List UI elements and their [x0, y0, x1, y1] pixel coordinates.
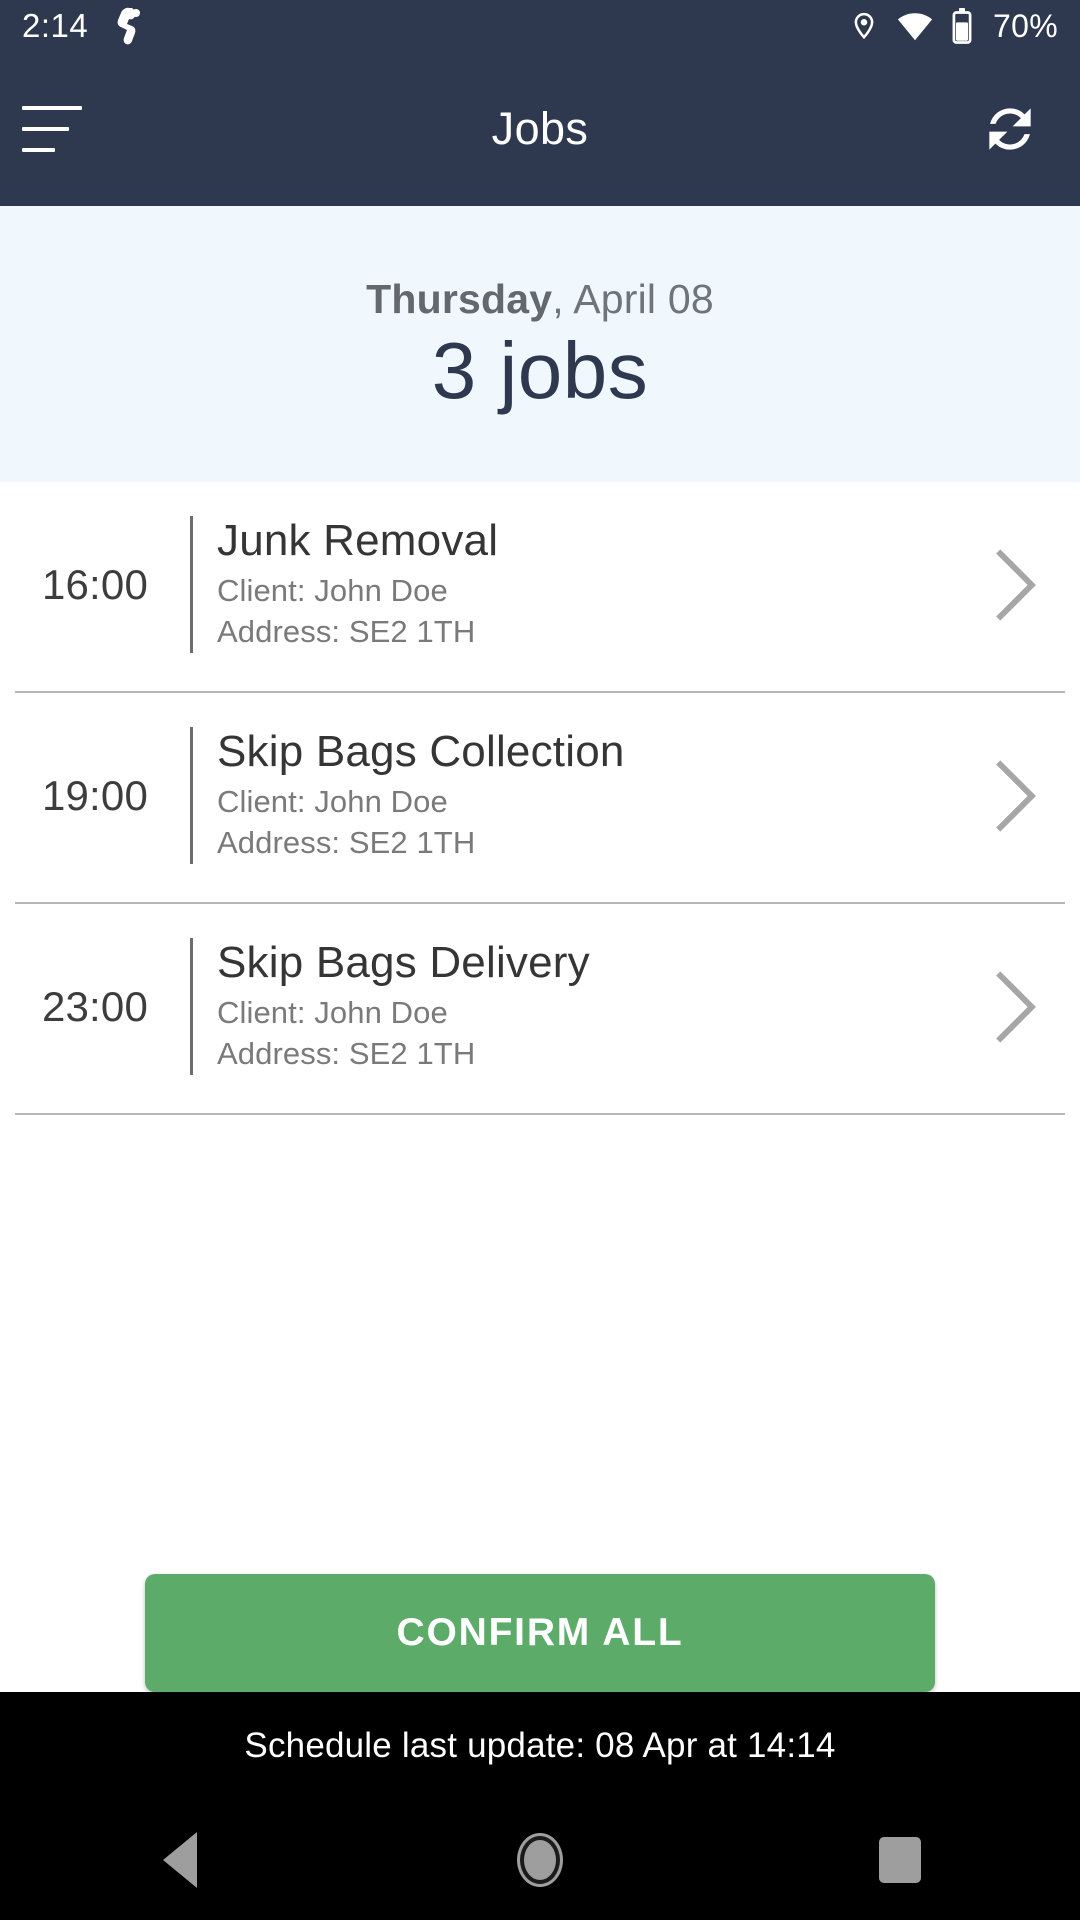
job-title: Skip Bags Delivery: [217, 938, 590, 988]
list-divider: [15, 1113, 1065, 1116]
recents-square-icon[interactable]: [720, 1837, 1080, 1883]
location-pin-icon: [849, 8, 879, 44]
job-details: Skip Bags Delivery Client: John Doe Addr…: [193, 938, 950, 1075]
day-summary-panel: Thursday, April 08 3 jobs: [0, 206, 1080, 482]
summary-date: Thursday, April 08: [366, 276, 714, 323]
android-navigation-bar: [0, 1800, 1080, 1920]
job-time: 23:00: [41, 982, 149, 1030]
app-screen: 2:14 70% Jobs Thursday, April 08 3 jobs …: [0, 0, 1080, 1920]
job-address: Address: SE2 1TH: [217, 614, 476, 650]
job-list-item[interactable]: 16:00 Junk Removal Client: John Doe Addr…: [0, 482, 1080, 692]
app-bar: Jobs: [0, 52, 1080, 206]
chevron-right-icon[interactable]: [950, 543, 1080, 627]
job-list-item[interactable]: 23:00 Skip Bags Delivery Client: John Do…: [0, 904, 1080, 1114]
job-time: 16:00: [41, 560, 149, 608]
chevron-right-icon[interactable]: [950, 965, 1080, 1049]
job-client: Client: John Doe: [217, 573, 448, 609]
summary-job-count: 3 jobs: [431, 325, 649, 415]
job-time: 19:00: [41, 771, 149, 819]
job-title: Junk Removal: [217, 516, 499, 565]
summary-weekday: Thursday: [366, 275, 553, 322]
status-bar-icons: 70%: [849, 8, 1058, 45]
status-bar-clock: 2:14: [22, 7, 89, 44]
jobs-list: 16:00 Junk Removal Client: John Doe Addr…: [0, 482, 1080, 1116]
job-address: Address: SE2 1TH: [217, 825, 476, 861]
schedule-update-footer: Schedule last update: 08 Apr at 14:14: [0, 1692, 1080, 1800]
summary-date-rest: , April 08: [552, 275, 714, 322]
android-robot-icon: [112, 6, 146, 46]
confirm-button-container: CONFIRM ALL: [0, 1574, 1080, 1692]
job-list-item[interactable]: 19:00 Skip Bags Collection Client: John …: [0, 693, 1080, 903]
job-details: Skip Bags Collection Client: John Doe Ad…: [193, 727, 950, 864]
battery-icon: [951, 8, 973, 44]
job-client: Client: John Doe: [217, 784, 448, 820]
wifi-icon: [897, 11, 933, 41]
page-title: Jobs: [491, 103, 589, 154]
hamburger-menu-icon[interactable]: [22, 101, 92, 157]
job-title: Skip Bags Collection: [217, 727, 625, 777]
battery-percentage: 70%: [993, 7, 1058, 44]
job-client: Client: John Doe: [217, 995, 448, 1031]
refresh-sync-icon[interactable]: [972, 91, 1048, 167]
home-circle-icon[interactable]: [360, 1836, 720, 1884]
system-status-bar: 2:14 70%: [0, 0, 1080, 52]
chevron-right-icon[interactable]: [950, 754, 1080, 838]
back-triangle-icon[interactable]: [0, 1832, 360, 1888]
job-address: Address: SE2 1TH: [217, 1036, 476, 1072]
job-details: Junk Removal Client: John Doe Address: S…: [193, 516, 950, 653]
confirm-all-button[interactable]: CONFIRM ALL: [145, 1574, 935, 1692]
